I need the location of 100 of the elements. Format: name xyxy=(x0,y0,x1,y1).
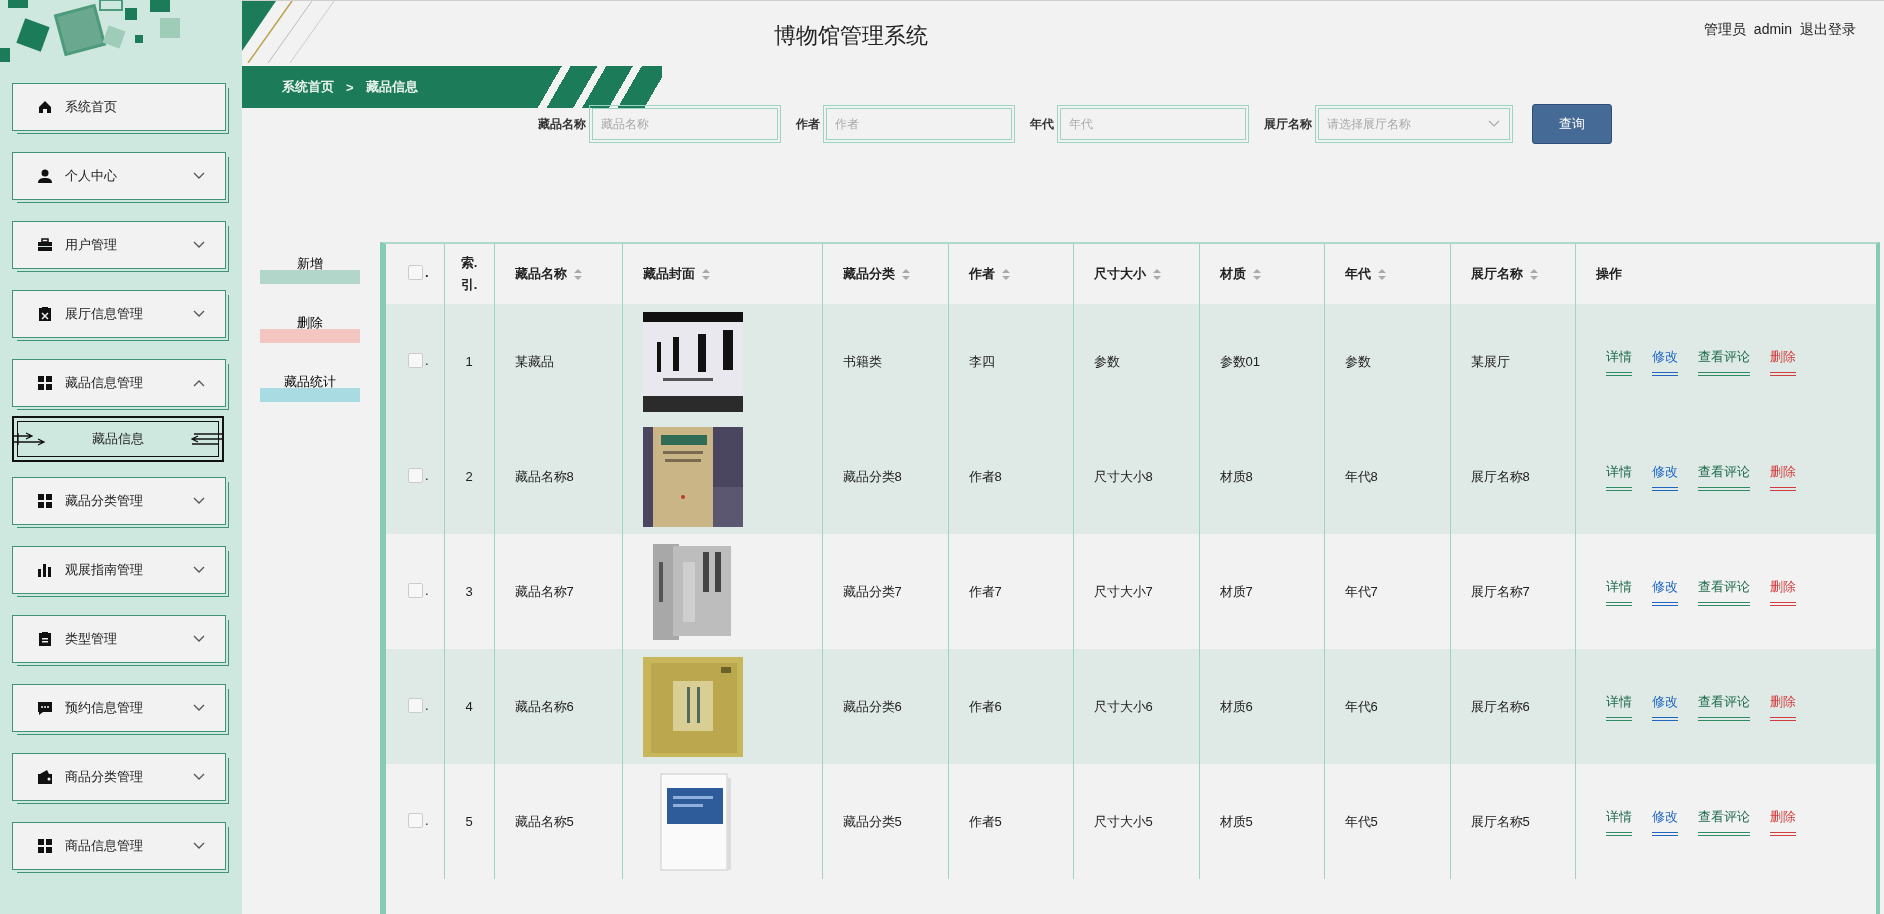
submenu-item[interactable]: 藏品信息 xyxy=(12,416,224,462)
details-link[interactable]: 详情 xyxy=(1605,577,1632,606)
input-field[interactable]: 年代 xyxy=(1060,108,1246,140)
table-cell: 尺寸大小6 xyxy=(1093,698,1153,714)
menu-item[interactable]: 商品分类管理 xyxy=(12,753,226,801)
details-link[interactable]: 详情 xyxy=(1605,462,1632,491)
table-cell: 展厅名称5 xyxy=(1470,813,1530,829)
sort-icon[interactable] xyxy=(1528,267,1539,281)
search-button[interactable]: 查询 xyxy=(1532,104,1612,144)
table-cell: 作者8 xyxy=(968,468,1002,484)
row-number: 3 xyxy=(465,584,473,599)
column-header: 藏品封面 xyxy=(642,265,695,283)
menu-item[interactable]: 个人中心 xyxy=(12,152,226,200)
menu-item[interactable]: 展厅信息管理 xyxy=(12,290,226,338)
clipboard-icon xyxy=(37,306,53,322)
checkbox-dot: . xyxy=(425,812,429,828)
edit-link[interactable]: 修改 xyxy=(1651,462,1678,491)
details-link[interactable]: 详情 xyxy=(1605,692,1632,721)
table-cell: 藏品分类8 xyxy=(842,468,902,484)
column-header: 索.引. xyxy=(459,253,479,294)
menu-item[interactable]: 藏品信息管理 xyxy=(12,359,226,407)
checkbox[interactable] xyxy=(408,265,423,280)
table-cell: 参数 xyxy=(1093,353,1120,369)
table-cell: 藏品名称6 xyxy=(514,698,574,714)
column-header: 材质 xyxy=(1219,265,1246,283)
table-cell: 展厅名称6 xyxy=(1470,698,1530,714)
table-cell: 藏品名称8 xyxy=(514,468,574,484)
table-cell: 展厅名称7 xyxy=(1470,583,1530,599)
row-number: 1 xyxy=(465,354,473,369)
breadcrumb-link[interactable]: 系统首页 xyxy=(282,78,334,96)
table-cell: 材质8 xyxy=(1219,468,1253,484)
checkbox-dot: . xyxy=(425,265,429,280)
edit-link[interactable]: 修改 xyxy=(1651,577,1678,606)
menu-item[interactable]: 系统首页 xyxy=(12,83,226,131)
chat-icon xyxy=(37,700,53,716)
menu-item[interactable]: 用户管理 xyxy=(12,221,226,269)
row-number: 4 xyxy=(465,699,473,714)
checkbox[interactable] xyxy=(408,582,423,598)
table-cell: 李四 xyxy=(968,353,995,369)
bar-chart-icon xyxy=(37,562,53,578)
table-cell: 年代5 xyxy=(1344,813,1378,829)
table-cell: 某藏品 xyxy=(514,353,554,369)
sort-icon[interactable] xyxy=(572,267,583,281)
select-field[interactable]: 请选择展厅名称 xyxy=(1318,108,1510,140)
menu-item[interactable]: 类型管理 xyxy=(12,615,226,663)
table-cell: 年代7 xyxy=(1344,583,1378,599)
table-cell: 尺寸大小5 xyxy=(1093,813,1153,829)
table-cell: 藏品名称5 xyxy=(514,813,574,829)
comments-link[interactable]: 查看评论 xyxy=(1697,462,1750,491)
logout-link[interactable]: 退出登录 xyxy=(1800,21,1856,39)
table-cell: 材质6 xyxy=(1219,698,1253,714)
sort-icon[interactable] xyxy=(1000,267,1011,281)
chevron-down-icon xyxy=(1488,120,1500,128)
checkbox[interactable] xyxy=(408,697,423,713)
input-field[interactable]: 作者 xyxy=(826,108,1012,140)
field-label: 年代 xyxy=(1030,115,1054,133)
checkbox-dot: . xyxy=(425,582,429,598)
table-cell: 书籍类 xyxy=(842,353,882,369)
table-cell: 材质5 xyxy=(1219,813,1253,829)
clipboard-icon xyxy=(37,631,53,647)
sort-icon[interactable] xyxy=(1251,267,1262,281)
delete-link[interactable]: 删除 xyxy=(1769,577,1796,606)
checkbox-dot: . xyxy=(425,697,429,713)
delete-link[interactable]: 删除 xyxy=(1769,692,1796,721)
table-cell: 材质7 xyxy=(1219,583,1253,599)
table-cell: 藏品名称7 xyxy=(514,583,574,599)
checkbox-dot: . xyxy=(425,467,429,483)
input-field[interactable]: 藏品名称 xyxy=(592,108,778,140)
menu-item[interactable]: 藏品分类管理 xyxy=(12,477,226,525)
sort-icon[interactable] xyxy=(700,267,711,281)
breadcrumb-link[interactable]: 藏品信息 xyxy=(365,78,418,96)
comments-link[interactable]: 查看评论 xyxy=(1697,692,1750,721)
column-header: 年代 xyxy=(1344,265,1371,283)
menu-item[interactable]: 商品信息管理 xyxy=(12,822,226,870)
table-cell: 某展厅 xyxy=(1470,353,1510,369)
sort-icon[interactable] xyxy=(1151,267,1162,281)
edit-link[interactable]: 修改 xyxy=(1651,807,1678,836)
sort-icon[interactable] xyxy=(1376,267,1387,281)
menu-item[interactable]: 观展指南管理 xyxy=(12,546,226,594)
delete-link[interactable]: 删除 xyxy=(1769,462,1796,491)
details-link[interactable]: 详情 xyxy=(1605,347,1632,376)
comments-link[interactable]: 查看评论 xyxy=(1697,807,1750,836)
checkbox[interactable] xyxy=(408,812,423,828)
checkbox[interactable] xyxy=(408,467,423,483)
app-title: 博物馆管理系统 xyxy=(774,22,929,50)
table-cell: 藏品分类7 xyxy=(842,583,902,599)
edit-link[interactable]: 修改 xyxy=(1651,347,1678,376)
sort-icon[interactable] xyxy=(900,267,911,281)
details-link[interactable]: 详情 xyxy=(1605,807,1632,836)
delete-link[interactable]: 删除 xyxy=(1769,807,1796,836)
column-header: 尺寸大小 xyxy=(1093,265,1146,283)
comments-link[interactable]: 查看评论 xyxy=(1697,347,1750,376)
table-cell: 作者5 xyxy=(968,813,1002,829)
delete-link[interactable]: 删除 xyxy=(1769,347,1796,376)
menu-item[interactable]: 预约信息管理 xyxy=(12,684,226,732)
edit-link[interactable]: 修改 xyxy=(1651,692,1678,721)
comments-link[interactable]: 查看评论 xyxy=(1697,577,1750,606)
checkbox[interactable] xyxy=(408,352,423,368)
row-number: 5 xyxy=(465,814,473,829)
wallet-icon xyxy=(37,769,53,785)
